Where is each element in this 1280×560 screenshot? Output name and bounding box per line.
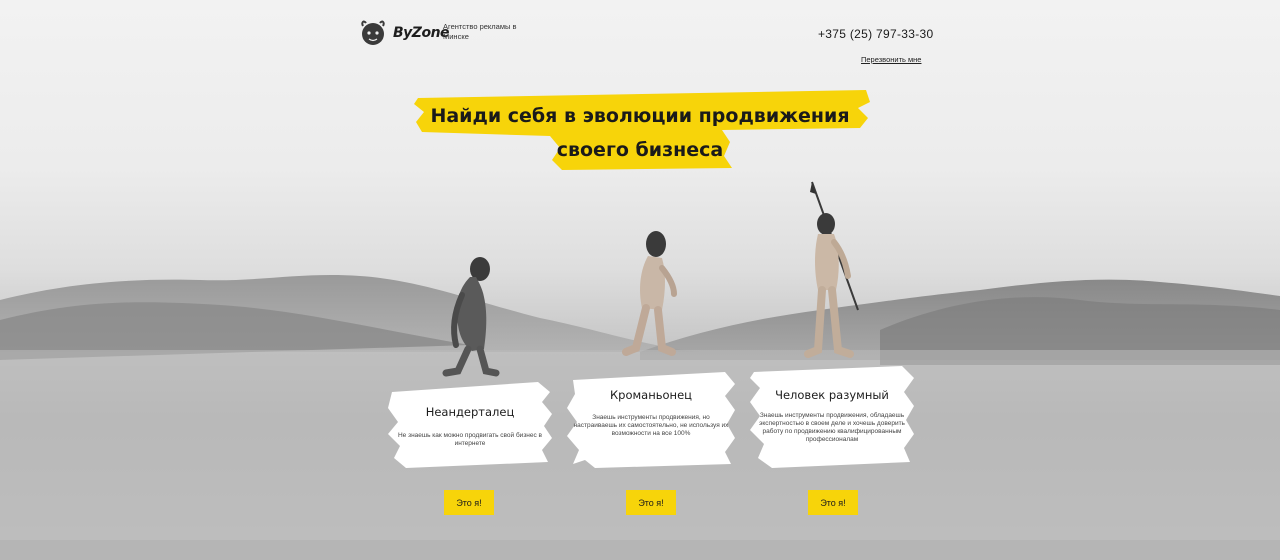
phone-number[interactable]: +375 (25) 797-33-30 [818, 27, 933, 41]
card-brush-1 [388, 382, 552, 468]
homo-sapiens-figure [804, 181, 859, 358]
card-title-3: Человек разумный [775, 388, 889, 402]
neanderthal-figure [442, 257, 500, 377]
logo[interactable]: ByZone [358, 18, 450, 48]
this-is-me-button-2[interactable]: Это я! [626, 490, 676, 515]
bison-logo-icon [361, 20, 385, 45]
card-title-1: Неандерталец [425, 405, 515, 419]
card-title-2: Кроманьонец [610, 388, 692, 402]
this-is-me-button-3[interactable]: Это я! [808, 490, 858, 515]
headline-line-2: своего бизнеса [556, 139, 724, 161]
card-desc-1: Не знаешь как можно продвигать свой бизн… [397, 432, 543, 447]
headline: Найди себя в эволюции продвижения своего… [420, 99, 860, 167]
callback-link[interactable]: Перезвонить мне [861, 55, 921, 64]
brand-name: ByZone [393, 25, 450, 41]
cro-magnon-figure [622, 231, 677, 356]
headline-line-1: Найди себя в эволюции продвижения [430, 105, 850, 127]
card-desc-3: Знаешь инструменты продвижения, обладаеш… [759, 412, 905, 443]
this-is-me-button-1[interactable]: Это я! [444, 490, 494, 515]
card-desc-2: Знаешь инструменты продвижения, но настр… [573, 414, 729, 437]
tagline: Агентство рекламы в Минске [443, 22, 517, 41]
